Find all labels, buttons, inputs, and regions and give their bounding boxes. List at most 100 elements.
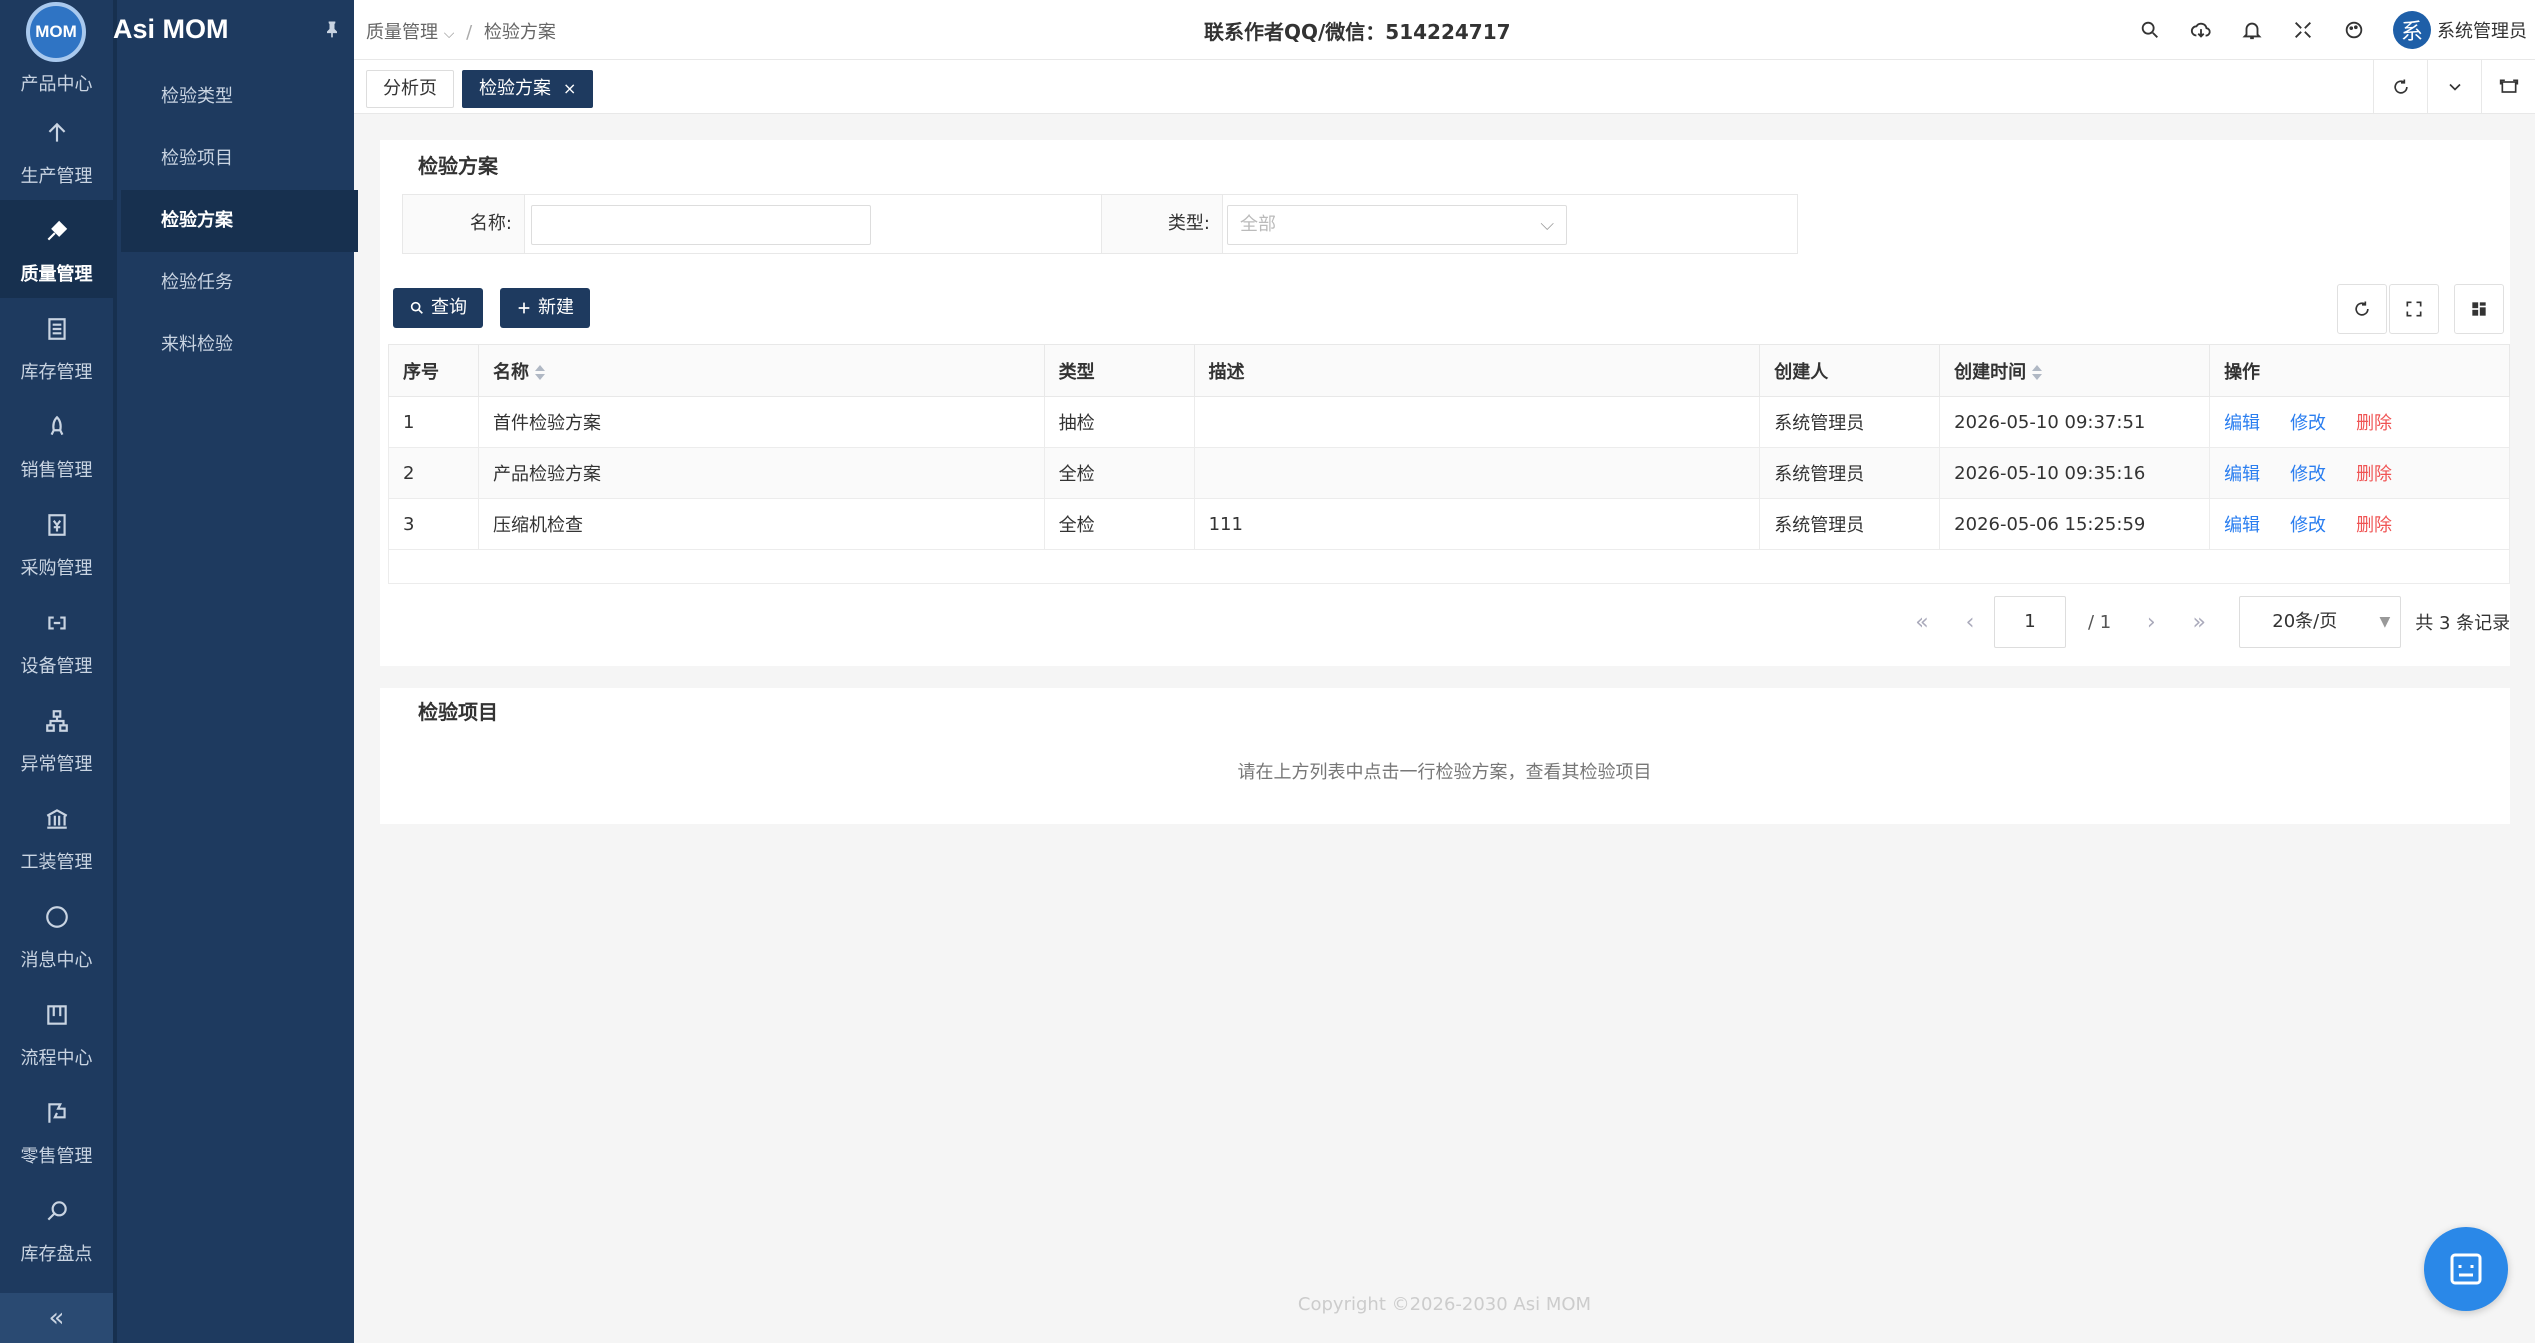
app-name: Asi MOM <box>113 14 229 44</box>
caret-down-icon: ▼ <box>2379 614 2391 630</box>
col-creator: 创建人 <box>1759 344 1941 397</box>
type-label: 类型: <box>1101 195 1223 253</box>
rail-item-purchase[interactable]: 采购管理 <box>0 494 113 592</box>
cell-creator: 系统管理员 <box>1759 447 1941 499</box>
cell-time: 2026-05-10 09:35:16 <box>1939 447 2211 499</box>
rail-label: 流程中心 <box>20 1048 93 1069</box>
rail-item-product[interactable]: 产品中心 <box>0 62 113 102</box>
plus-icon <box>518 302 530 314</box>
close-icon[interactable]: × <box>563 79 576 98</box>
new-label: 新建 <box>538 297 574 318</box>
query-button[interactable]: 查询 <box>393 288 483 328</box>
header-tools: 系 系统管理员 <box>2124 0 2535 60</box>
col-name[interactable]: 名称 <box>477 344 1045 397</box>
chevron-down-icon[interactable] <box>2427 60 2481 114</box>
last-page-icon[interactable]: » <box>2175 610 2223 635</box>
new-button[interactable]: 新建 <box>500 288 590 328</box>
modify-link[interactable]: 修改 <box>2290 413 2326 434</box>
col-time[interactable]: 创建时间 <box>1939 344 2211 397</box>
rail-item-message[interactable]: 消息中心 <box>0 886 113 984</box>
tab-analysis[interactable]: 分析页 <box>366 70 454 108</box>
bell-icon[interactable] <box>2226 0 2277 60</box>
col-no: 序号 <box>388 344 479 397</box>
column-settings-button[interactable] <box>2454 284 2504 334</box>
delete-link[interactable]: 删除 <box>2356 464 2392 485</box>
tab-inspection-plan[interactable]: 检验方案 × <box>462 70 594 108</box>
prev-page-icon[interactable]: ‹ <box>1946 610 1994 635</box>
footer-copyright: Copyright ©2026-2030 Asi MOM <box>1297 1294 1592 1315</box>
robot-icon <box>2450 1253 2482 1285</box>
col-desc: 描述 <box>1193 344 1761 397</box>
edit-link[interactable]: 编辑 <box>2224 413 2260 434</box>
table-row[interactable]: 1 首件检验方案 抽检 系统管理员 2026-05-10 09:37:51 编辑… <box>388 396 2510 448</box>
refresh-table-button[interactable] <box>2337 284 2387 334</box>
rail-item-sales[interactable]: 销售管理 <box>0 396 113 494</box>
table-row[interactable]: 2 产品检验方案 全检 系统管理员 2026-05-10 09:35:16 编辑… <box>388 447 2510 499</box>
fullscreen-table-button[interactable] <box>2389 284 2439 334</box>
page-size-select[interactable]: 20条/页 ▼ <box>2239 596 2402 648</box>
cell-name: 压缩机检查 <box>477 498 1045 550</box>
user-name: 系统管理员 <box>2437 21 2527 42</box>
cell-no: 1 <box>388 396 479 448</box>
sort-icon[interactable] <box>534 364 545 382</box>
sub-item-inspection-task[interactable]: 检验任务 <box>121 252 358 314</box>
tab-tools <box>2373 60 2535 114</box>
name-input[interactable] <box>531 205 871 245</box>
rail-item-inventory[interactable]: 库存管理 <box>0 298 113 396</box>
refresh-icon[interactable] <box>2373 60 2427 114</box>
pin-icon[interactable] <box>322 18 342 40</box>
breadcrumb-item[interactable]: 质量管理 <box>366 22 438 43</box>
total-records: 共 3 条记录 <box>2415 613 2511 634</box>
fullscreen-icon[interactable] <box>2277 0 2328 60</box>
rail-item-tooling[interactable]: 工装管理 <box>0 788 113 886</box>
modify-link[interactable]: 修改 <box>2290 515 2326 536</box>
rail-item-exception[interactable]: 异常管理 <box>0 690 113 788</box>
rail-label: 设备管理 <box>20 656 93 677</box>
rail-label: 库存管理 <box>20 362 93 383</box>
sort-icon[interactable] <box>2032 364 2043 382</box>
cell-name: 产品检验方案 <box>477 447 1045 499</box>
app-logo: MOM <box>26 2 86 62</box>
refresh-icon <box>2355 301 2369 316</box>
palette-icon[interactable] <box>2328 0 2379 60</box>
page-input[interactable]: 1 <box>1994 596 2066 648</box>
tab-label: 分析页 <box>383 78 437 99</box>
sub-item-incoming-inspection[interactable]: 来料检验 <box>121 314 358 376</box>
card-title: 检验项目 <box>418 700 498 724</box>
user-menu[interactable]: 系 系统管理员 <box>2393 11 2527 49</box>
sub-item-inspection-item[interactable]: 检验项目 <box>121 128 358 190</box>
delete-link[interactable]: 删除 <box>2356 413 2392 434</box>
modify-link[interactable]: 修改 <box>2290 464 2326 485</box>
delete-link[interactable]: 删除 <box>2356 515 2392 536</box>
cell-no: 3 <box>388 498 479 550</box>
edit-link[interactable]: 编辑 <box>2224 464 2260 485</box>
edit-link[interactable]: 编辑 <box>2224 515 2260 536</box>
rail-label: 生产管理 <box>20 166 93 187</box>
maximize-icon[interactable] <box>2481 60 2535 114</box>
type-select[interactable]: 全部 ⌵ <box>1227 205 1567 245</box>
rail-item-equipment[interactable]: 设备管理 <box>0 592 113 690</box>
bank-icon <box>0 804 113 834</box>
sub-item-inspection-plan[interactable]: 检验方案 <box>121 190 358 252</box>
contact-info: 联系作者QQ/微信：514224717 <box>1204 20 1511 44</box>
arrow-up-icon <box>0 118 113 148</box>
rail-item-stocktake[interactable]: 库存盘点 <box>0 1180 113 1278</box>
rail-item-workflow[interactable]: 流程中心 <box>0 984 113 1082</box>
breadcrumb-separator: / <box>466 22 473 43</box>
cloud-download-icon[interactable] <box>2175 0 2226 60</box>
first-page-icon[interactable]: « <box>1898 610 1946 635</box>
chat-assistant-button[interactable] <box>2424 1227 2508 1311</box>
cell-creator: 系统管理员 <box>1759 498 1941 550</box>
rail-item-quality[interactable]: 质量管理 <box>0 200 113 298</box>
next-page-icon[interactable]: › <box>2127 610 2175 635</box>
rail-item-production[interactable]: 生产管理 <box>0 102 113 200</box>
cell-type: 全检 <box>1043 447 1195 499</box>
sub-item-inspection-type[interactable]: 检验类型 <box>121 66 358 128</box>
rail-item-retail[interactable]: 零售管理 <box>0 1082 113 1180</box>
col-actions: 操作 <box>2209 344 2510 397</box>
search-icon[interactable] <box>2124 0 2175 60</box>
total-pages: / 1 <box>2088 611 2112 633</box>
collapse-sidebar-button[interactable]: « <box>0 1293 113 1343</box>
table-filler-row <box>388 549 2510 584</box>
table-row[interactable]: 3 压缩机检查 全检 111 系统管理员 2026-05-06 15:25:59… <box>388 498 2510 550</box>
